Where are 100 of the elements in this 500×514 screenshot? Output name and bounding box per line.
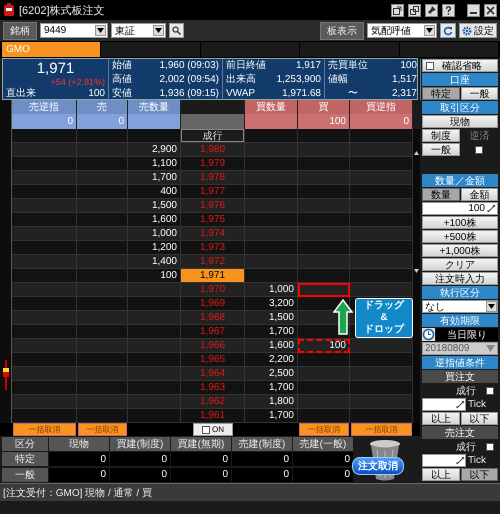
quantity-field[interactable]: 100 — [422, 202, 498, 215]
close-icon[interactable] — [484, 4, 497, 16]
board-cell[interactable] — [298, 185, 350, 199]
price-cell: 1,961 — [181, 409, 245, 423]
board-cell — [245, 255, 298, 269]
board-cell — [77, 325, 128, 339]
stat-label: 前日終値 — [226, 59, 266, 72]
option-button[interactable]: 以上 — [422, 412, 460, 425]
option-button[interactable]: 金額 — [460, 188, 498, 201]
board-cell — [12, 143, 77, 157]
board-cell — [350, 339, 413, 353]
tick-field[interactable] — [422, 454, 466, 467]
column-header: 売 — [77, 100, 128, 114]
column-header: 買逆指 — [350, 100, 413, 114]
cancel-order-button[interactable]: 注文取消 — [352, 457, 404, 475]
scroll-up-icon[interactable] — [414, 151, 419, 155]
on-toggle[interactable]: ON — [193, 423, 233, 436]
side-button[interactable]: 現物 — [422, 115, 498, 128]
total-cell: 0 — [77, 114, 128, 129]
pencil-icon — [456, 400, 465, 409]
board-cell[interactable] — [298, 129, 350, 143]
side-button[interactable]: +100株 — [422, 216, 498, 229]
board-cell — [245, 213, 298, 227]
pin-icon[interactable] — [425, 4, 438, 16]
board-cell[interactable] — [298, 199, 350, 213]
app-logo-icon — [3, 3, 15, 17]
stat-label: 売買単位 — [328, 59, 368, 72]
price-cell: 1,962 — [181, 395, 245, 409]
board-cell[interactable] — [298, 213, 350, 227]
dragged-order-cell[interactable]: 100 — [298, 339, 350, 353]
checkbox[interactable] — [426, 62, 434, 70]
board-cell[interactable] — [298, 395, 350, 409]
option-button[interactable]: 数量 — [422, 188, 460, 201]
section-header: 有効期限 — [422, 314, 498, 327]
board-cell — [77, 297, 128, 311]
column-header: 売逆指 — [12, 100, 77, 114]
dropdown-caret-icon[interactable] — [424, 25, 435, 36]
board-cell[interactable] — [298, 381, 350, 395]
board-cell[interactable] — [298, 157, 350, 171]
total-cell — [245, 114, 298, 129]
minimize-icon[interactable] — [467, 4, 480, 16]
board-cell[interactable] — [298, 409, 350, 423]
scroll-down-icon[interactable] — [414, 269, 419, 273]
section-header: 取引区分 — [422, 101, 498, 114]
board-cell[interactable] — [298, 241, 350, 255]
dropdown-caret-icon[interactable] — [486, 301, 497, 312]
refresh-icon[interactable] — [440, 23, 456, 38]
help-icon[interactable] — [442, 4, 455, 16]
board-cell[interactable] — [298, 227, 350, 241]
board-cell — [350, 171, 413, 185]
price-cell: 1,972 — [181, 255, 245, 269]
drop-target-cell[interactable] — [298, 283, 350, 297]
dropdown-caret-icon[interactable] — [153, 25, 164, 36]
tick-label: Tick — [468, 399, 486, 410]
side-button[interactable]: クリア — [422, 258, 498, 271]
checkbox[interactable] — [486, 386, 494, 394]
price-cell: 1,964 — [181, 367, 245, 381]
last-price: 1,971 — [36, 59, 76, 77]
stat-label: VWAP — [226, 87, 256, 100]
market-select[interactable]: 東証 — [111, 23, 166, 38]
board-cell[interactable] — [298, 171, 350, 185]
board-cell — [128, 325, 181, 339]
checkbox[interactable] — [486, 442, 494, 450]
board-cell — [12, 199, 77, 213]
checkbox[interactable] — [202, 426, 210, 434]
popout-icon[interactable] — [391, 4, 404, 16]
option-button[interactable]: 以下 — [460, 412, 498, 425]
column-header: 売建(制度) — [232, 437, 292, 451]
execution-select[interactable]: なし — [422, 300, 498, 313]
stat-value: 1,971.68 — [282, 87, 321, 100]
side-button[interactable]: +500株 — [422, 230, 498, 243]
tick-field[interactable] — [422, 398, 466, 411]
option-button[interactable]: 以下 — [460, 468, 498, 481]
board-cell[interactable] — [298, 353, 350, 367]
option-button[interactable]: 以上 — [422, 468, 460, 481]
side-button[interactable]: +1,000株 — [422, 244, 498, 257]
symbol-select[interactable]: 9449 — [40, 23, 108, 38]
board-mode-select[interactable]: 気配呼値 — [367, 23, 437, 38]
row-header: 一般 — [2, 468, 48, 482]
board-cell — [128, 297, 181, 311]
search-icon[interactable] — [169, 23, 184, 38]
clock-icon[interactable] — [422, 328, 435, 341]
confirm-skip-toggle[interactable]: 確認省略 — [422, 59, 498, 72]
settings-button[interactable]: 設定 — [459, 23, 497, 38]
scrollbar[interactable] — [413, 129, 420, 423]
board-cell — [128, 367, 181, 381]
restore-icon[interactable] — [408, 4, 421, 16]
board-cell[interactable] — [298, 367, 350, 381]
board-cell[interactable] — [298, 143, 350, 157]
expiry-field[interactable]: 当日限り — [436, 328, 498, 341]
board-cell[interactable] — [298, 269, 350, 283]
side-button[interactable]: 注文時入力 — [422, 272, 498, 285]
option-label: 逆済 — [468, 130, 490, 142]
board-cell[interactable] — [298, 255, 350, 269]
market-price-cell[interactable]: 成行 — [181, 129, 244, 142]
price-cell: 1,974 — [181, 227, 245, 241]
option-button[interactable]: 特定 — [422, 87, 460, 100]
column-header: 買数量 — [245, 100, 298, 114]
option-button[interactable]: 一般 — [460, 87, 498, 100]
dropdown-caret-icon[interactable] — [95, 25, 106, 36]
